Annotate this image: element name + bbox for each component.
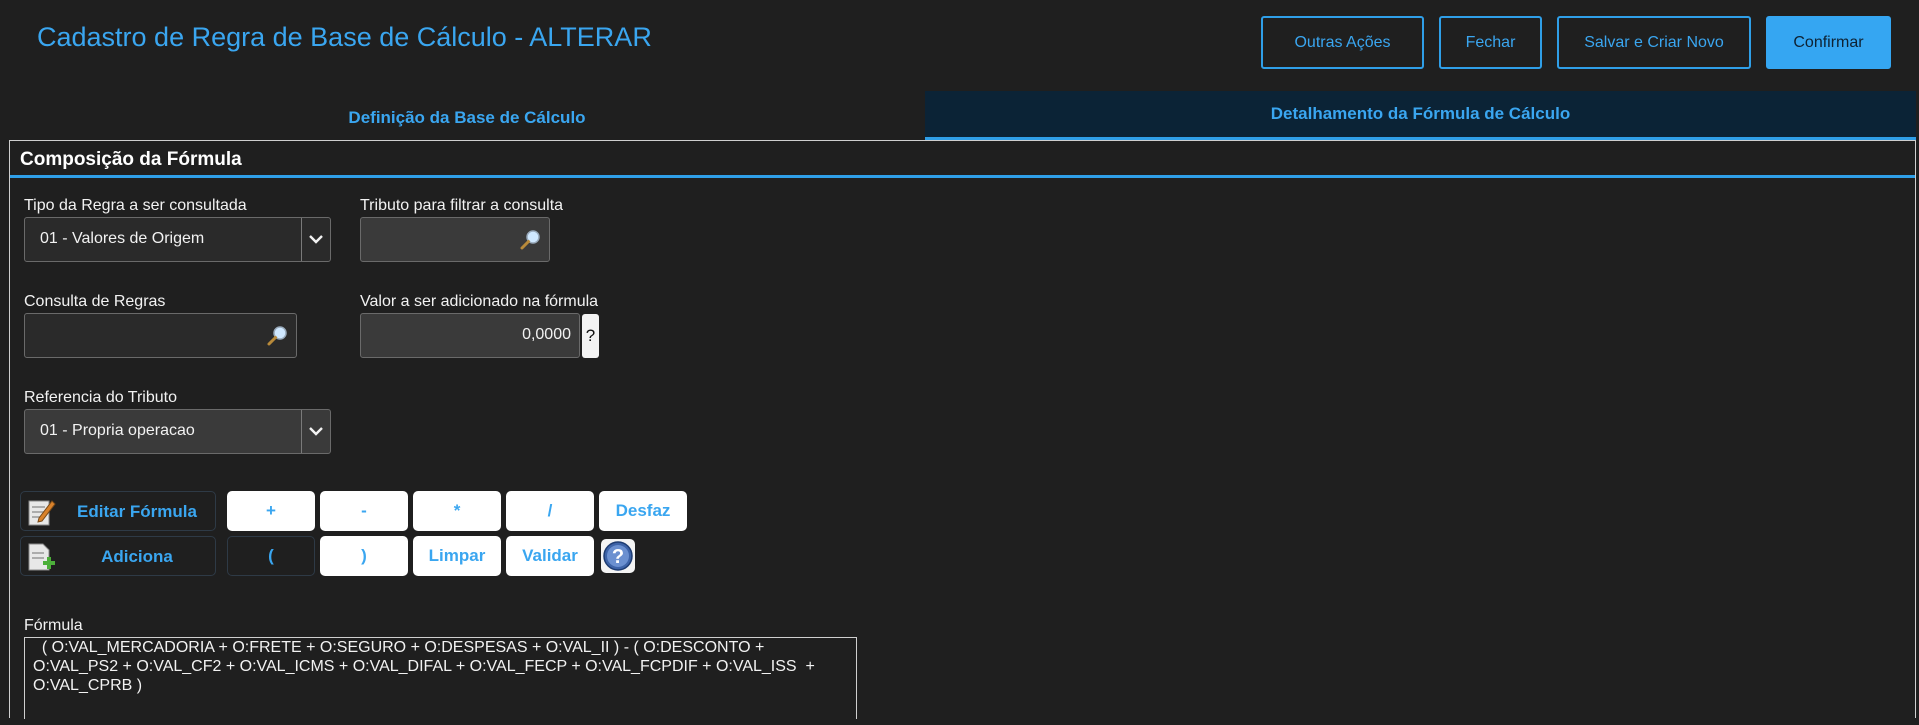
formula-textarea[interactable]: ( O:VAL_MERCADORIA + O:FRETE + O:SEGURO … xyxy=(24,637,857,719)
chevron-down-icon[interactable] xyxy=(308,231,324,247)
valor-adicionado-input[interactable]: 0,0000 xyxy=(360,313,580,358)
consulta-regras-label: Consulta de Regras xyxy=(24,293,166,310)
tipo-regra-select[interactable]: 01 - Valores de Origem xyxy=(24,217,331,262)
outras-acoes-label: Outras Ações xyxy=(1294,33,1391,51)
op-multiply-button[interactable]: * xyxy=(413,491,501,531)
tab-detalhamento-formula[interactable]: Detalhamento da Fórmula de Cálculo xyxy=(925,91,1916,140)
tributo-filtro-label: Tributo para filtrar a consulta xyxy=(360,197,564,214)
section-title: Composição da Fórmula xyxy=(20,149,242,170)
select-divider xyxy=(301,410,302,453)
tributo-filtro-input[interactable] xyxy=(360,217,550,262)
desfaz-button[interactable]: Desfaz xyxy=(599,491,687,531)
formula-panel: Composição da Fórmula Tipo da Regra a se… xyxy=(9,140,1916,719)
add-document-icon xyxy=(28,543,55,571)
tipo-regra-label: Tipo da Regra a ser consultada xyxy=(24,197,247,214)
adiciona-label: Adiciona xyxy=(101,547,173,566)
magnifier-icon[interactable] xyxy=(266,324,290,348)
select-divider xyxy=(301,218,302,261)
referencia-tributo-select[interactable]: 01 - Propria operacao xyxy=(24,409,331,454)
consulta-regras-input[interactable] xyxy=(24,313,297,358)
edit-formula-icon xyxy=(28,500,56,526)
page-title: Cadastro de Regra de Base de Cálculo - A… xyxy=(37,22,652,52)
confirmar-button[interactable]: Confirmar xyxy=(1766,16,1891,69)
formula-label: Fórmula xyxy=(24,617,83,634)
adiciona-button[interactable]: Adiciona xyxy=(20,536,216,576)
confirmar-label: Confirmar xyxy=(1793,33,1864,51)
valor-adicionado-label: Valor a ser adicionado na fórmula xyxy=(360,293,599,310)
op-close-paren-button[interactable]: ) xyxy=(320,536,408,576)
tab-detalhamento-formula-label: Detalhamento da Fórmula de Cálculo xyxy=(1270,104,1571,123)
valor-adicionado-value: 0,0000 xyxy=(522,326,571,343)
editar-formula-label: Editar Fórmula xyxy=(77,502,197,521)
chevron-down-icon[interactable] xyxy=(308,423,324,439)
op-plus-button[interactable]: + xyxy=(227,491,315,531)
valor-help-button[interactable]: ? xyxy=(582,314,599,358)
editar-formula-button[interactable]: Editar Fórmula xyxy=(20,491,216,531)
salvar-criar-novo-label: Salvar e Criar Novo xyxy=(1584,33,1724,51)
outras-acoes-button[interactable]: Outras Ações xyxy=(1261,16,1424,69)
magnifier-icon[interactable] xyxy=(519,228,543,252)
tab-bar: Definição da Base de Cálculo Detalhament… xyxy=(9,91,1916,140)
op-open-paren-button[interactable]: ( xyxy=(227,536,315,576)
limpar-button[interactable]: Limpar xyxy=(413,536,501,576)
validar-button[interactable]: Validar xyxy=(506,536,594,576)
salvar-criar-novo-button[interactable]: Salvar e Criar Novo xyxy=(1557,16,1751,69)
referencia-tributo-label: Referencia do Tributo xyxy=(24,389,177,406)
tab-definicao-base[interactable]: Definição da Base de Cálculo xyxy=(9,93,925,142)
fechar-label: Fechar xyxy=(1465,33,1516,51)
section-divider xyxy=(10,175,1915,178)
op-divide-button[interactable]: / xyxy=(506,491,594,531)
tab-definicao-base-label: Definição da Base de Cálculo xyxy=(348,107,586,127)
op-minus-button[interactable]: - xyxy=(320,491,408,531)
help-circle-icon[interactable]: ? xyxy=(601,539,635,573)
fechar-button[interactable]: Fechar xyxy=(1439,16,1542,69)
referencia-tributo-value: 01 - Propria operacao xyxy=(40,422,195,439)
tipo-regra-value: 01 - Valores de Origem xyxy=(40,230,205,247)
svg-text:?: ? xyxy=(612,546,624,568)
